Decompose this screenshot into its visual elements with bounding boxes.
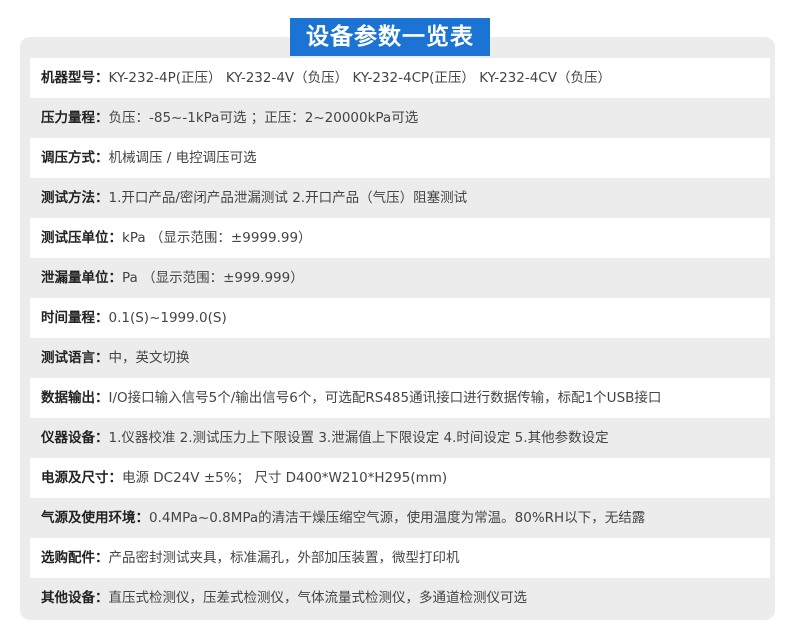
- row-value: 机械调压 / 电控调压可选: [108, 150, 257, 166]
- row-value: 负压：-85~-1kPa可选 ；正压：2~20000kPa可选: [108, 110, 419, 126]
- row-value: 1.开口产品/密闭产品泄漏测试 2.开口产品（气压）阻塞测试: [108, 190, 468, 206]
- row-label: 测试语言：: [41, 350, 109, 366]
- spec-row-pressure-unit: 测试压单位：kPa （显示范围：±9999.99）: [30, 218, 770, 258]
- row-label: 机器型号：: [41, 70, 109, 86]
- spec-row-pressure-range: 压力量程：负压：-85~-1kPa可选 ；正压：2~20000kPa可选: [30, 98, 770, 138]
- spec-row-leak-unit: 泄漏量单位：Pa （显示范围：±999.999）: [30, 258, 770, 298]
- spec-table: 机器型号：KY-232-4P(正压） KY-232-4V（负压） KY-232-…: [30, 58, 770, 618]
- row-label: 气源及使用环境：: [41, 510, 149, 526]
- row-label: 其他设备：: [41, 590, 109, 606]
- row-label: 调压方式：: [41, 150, 109, 166]
- row-label: 仪器设备：: [41, 430, 109, 446]
- spec-row-model: 机器型号：KY-232-4P(正压） KY-232-4V（负压） KY-232-…: [30, 58, 770, 98]
- row-value: 中，英文切换: [108, 350, 190, 366]
- row-value: I/O接口输入信号5个/输出信号6个，可选配RS485通讯接口进行数据传输，标配…: [108, 390, 662, 406]
- row-label: 泄漏量单位：: [41, 270, 122, 286]
- row-value: Pa （显示范围：±999.999）: [122, 270, 304, 286]
- row-label: 数据输出：: [41, 390, 109, 406]
- row-value: KY-232-4P(正压） KY-232-4V（负压） KY-232-4CP(正…: [108, 70, 611, 86]
- spec-row-air-environment: 气源及使用环境：0.4MPa~0.8MPa的清洁干燥压缩空气源，使用温度为常温。…: [30, 498, 770, 538]
- row-value: 产品密封测试夹具，标准漏孔，外部加压装置，微型打印机: [108, 550, 460, 566]
- spec-row-power-size: 电源及尺寸：电源 DC24V ±5%； 尺寸 D400*W210*H295(mm…: [30, 458, 770, 498]
- row-label: 电源及尺寸：: [41, 470, 122, 486]
- spec-row-test-method: 测试方法：1.开口产品/密闭产品泄漏测试 2.开口产品（气压）阻塞测试: [30, 178, 770, 218]
- row-value: 1.仪器校准 2.测试压力上下限设置 3.泄漏值上下限设定 4.时间设定 5.其…: [108, 430, 609, 446]
- spec-row-instrument-settings: 仪器设备：1.仪器校准 2.测试压力上下限设置 3.泄漏值上下限设定 4.时间设…: [30, 418, 770, 458]
- spec-row-language: 测试语言：中，英文切换: [30, 338, 770, 378]
- spec-page: 设备参数一览表 机器型号：KY-232-4P(正压） KY-232-4V（负压）…: [0, 0, 800, 628]
- row-value: 0.1(S)~1999.0(S): [108, 310, 227, 326]
- spec-row-accessories: 选购配件：产品密封测试夹具，标准漏孔，外部加压装置，微型打印机: [30, 538, 770, 578]
- row-value: kPa （显示范围：±9999.99）: [122, 230, 312, 246]
- row-value: 直压式检测仪，压差式检测仪，气体流量式检测仪，多通道检测仪可选: [108, 590, 528, 606]
- row-value: 0.4MPa~0.8MPa的清洁干燥压缩空气源，使用温度为常温。80%RH以下，…: [149, 510, 646, 526]
- page-title: 设备参数一览表: [290, 18, 490, 56]
- row-label: 测试方法：: [41, 190, 109, 206]
- spec-row-data-output: 数据输出：I/O接口输入信号5个/输出信号6个，可选配RS485通讯接口进行数据…: [30, 378, 770, 418]
- row-label: 时间量程：: [41, 310, 109, 326]
- row-label: 选购配件：: [41, 550, 109, 566]
- spec-row-time-range: 时间量程：0.1(S)~1999.0(S): [30, 298, 770, 338]
- spec-row-pressure-mode: 调压方式：机械调压 / 电控调压可选: [30, 138, 770, 178]
- row-value: 电源 DC24V ±5%； 尺寸 D400*W210*H295(mm): [122, 470, 448, 486]
- row-label: 压力量程：: [41, 110, 109, 126]
- row-label: 测试压单位：: [41, 230, 122, 246]
- spec-row-other-equipment: 其他设备：直压式检测仪，压差式检测仪，气体流量式检测仪，多通道检测仪可选: [30, 578, 770, 618]
